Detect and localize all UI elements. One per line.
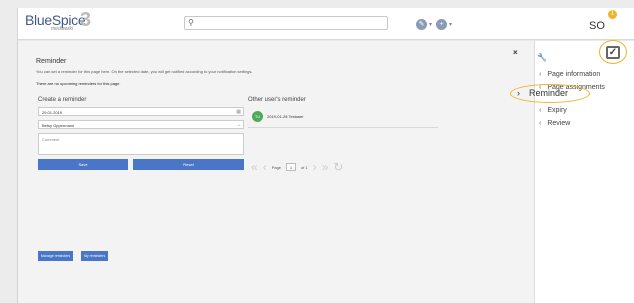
chevron-down-icon: ▾: [449, 21, 453, 28]
reset-button[interactable]: Reset: [133, 159, 244, 170]
pager: « ‹ Page 1 of 1 › » ↻: [251, 160, 343, 174]
page-title: Reminder: [36, 58, 67, 65]
other-heading: Other user's reminder: [248, 97, 306, 103]
sidebar-item-label: Review: [547, 120, 571, 127]
user-value: Betsy Oppermann: [42, 123, 75, 128]
refresh-icon[interactable]: ↻: [333, 160, 343, 174]
my-reminders-button[interactable]: My reminders: [81, 251, 109, 261]
logo[interactable]: BlueSpice 3 mediawiki: [25, 9, 125, 36]
avatar: TU: [252, 110, 263, 122]
save-button[interactable]: Save: [38, 159, 128, 170]
edit-menu-button[interactable]: ✎ ▾: [416, 18, 432, 30]
chevron-left-icon: ‹: [539, 120, 542, 127]
date-value: 29.01.2019: [42, 110, 63, 115]
pencil-icon: ✎: [416, 18, 427, 30]
divider: [248, 127, 438, 128]
manage-reminders-button[interactable]: Manage reminders: [38, 251, 74, 261]
chevron-down-icon: ▾: [429, 21, 433, 28]
page-label: Page: [271, 164, 282, 170]
sidebar-item-review[interactable]: ‹ Review: [539, 120, 570, 127]
page-tools-button[interactable]: ✓: [599, 40, 627, 64]
next-page-icon[interactable]: ›: [313, 160, 317, 174]
close-icon[interactable]: ×: [513, 48, 518, 57]
chevron-left-icon: ‹: [539, 107, 542, 114]
reminder-text: 2019-01-28 Testuser: [267, 113, 304, 119]
search-icon: ⚲: [188, 18, 194, 27]
page: BlueSpice 3 mediawiki ⚲ ✎ ▾ + ▾ SO 1 Rem…: [17, 8, 634, 303]
sidebar: [534, 41, 634, 303]
sidebar-item-page-information[interactable]: ‹ Page information: [539, 71, 600, 78]
page-of-label: of 1: [301, 164, 308, 170]
calendar-icon[interactable]: ▦: [236, 109, 241, 115]
notification-badge[interactable]: 1: [608, 10, 617, 19]
sidebar-item-label: Expiry: [547, 107, 567, 114]
date-field[interactable]: 29.01.2019 ▦: [38, 107, 244, 116]
chevron-left-icon: ‹: [539, 71, 542, 78]
chevron-right-icon: ›: [517, 88, 520, 98]
logo-sub: mediawiki: [51, 26, 73, 32]
comment-field[interactable]: Comment: [38, 133, 244, 155]
create-heading: Create a reminder: [38, 97, 87, 103]
reminder-panel: Reminder You can set a reminder for this…: [18, 41, 534, 303]
sidebar-item-expiry[interactable]: ‹ Expiry: [539, 107, 567, 114]
plus-icon: +: [436, 18, 447, 30]
checkbox-icon: ✓: [606, 45, 620, 59]
search-input[interactable]: ⚲: [184, 16, 388, 30]
list-item[interactable]: TU 2019-01-28 Testuser: [252, 110, 304, 122]
chevron-down-icon: ⌄: [236, 122, 241, 128]
last-page-icon[interactable]: »: [322, 160, 329, 174]
user-avatar[interactable]: SO: [589, 20, 605, 32]
sidebar-item-reminder[interactable]: › Reminder: [517, 88, 568, 98]
description: You can set a reminder for this page her…: [36, 69, 253, 74]
top-bar: BlueSpice 3 mediawiki ⚲ ✎ ▾ + ▾ SO 1: [18, 8, 634, 40]
page-input[interactable]: 1: [286, 163, 297, 171]
sidebar-item-label: Page information: [547, 71, 601, 78]
wrench-icon[interactable]: 🔧: [537, 53, 547, 62]
new-menu-button[interactable]: + ▾: [436, 18, 452, 30]
no-reminders-notice: There are no upcoming reminders for this…: [36, 81, 121, 86]
prev-page-icon[interactable]: ‹: [263, 160, 267, 174]
first-page-icon[interactable]: «: [251, 160, 258, 174]
user-select[interactable]: Betsy Oppermann ⌄: [38, 120, 244, 129]
sidebar-item-label: Reminder: [529, 88, 569, 98]
logo-number: 3: [80, 9, 92, 31]
